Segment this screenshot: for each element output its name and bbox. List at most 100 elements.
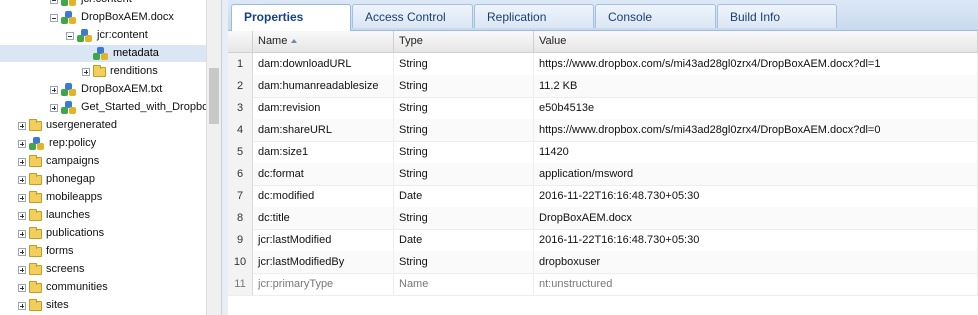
property-name[interactable]: dam:downloadURL — [253, 53, 394, 75]
property-type[interactable]: Name — [394, 273, 534, 295]
property-name[interactable]: jcr:lastModified — [253, 229, 394, 251]
property-name[interactable]: dam:size1 — [253, 141, 394, 163]
property-name[interactable]: dam:shareURL — [253, 119, 394, 141]
sort-ascending-icon — [291, 39, 298, 44]
tree-node[interactable]: Get_Started_with_Dropbo — [0, 99, 206, 116]
tree-node[interactable]: rep:policy — [0, 135, 206, 152]
expand-icon[interactable] — [82, 67, 90, 76]
property-name[interactable]: dc:format — [253, 163, 394, 185]
column-header-value[interactable]: Value — [534, 31, 978, 52]
expand-icon[interactable] — [18, 265, 26, 274]
collapse-icon[interactable] — [50, 0, 58, 4]
expand-icon[interactable] — [50, 103, 58, 112]
property-type[interactable]: String — [394, 207, 534, 229]
tree-scrollbar[interactable] — [206, 0, 221, 315]
tree-node[interactable]: campaigns — [0, 153, 206, 170]
property-type[interactable]: String — [394, 119, 534, 141]
expand-icon[interactable] — [18, 283, 26, 292]
tree-node[interactable]: phonegap — [0, 171, 206, 188]
property-value[interactable]: https://www.dropbox.com/s/mi43ad28gl0zrx… — [534, 119, 978, 141]
property-row[interactable]: 10 jcr:lastModifiedBy String dropboxuser — [228, 251, 978, 274]
tree-node[interactable]: mobileapps — [0, 189, 206, 206]
property-name[interactable]: dam:revision — [253, 97, 394, 119]
tab-access-control[interactable]: Access Control — [352, 4, 473, 28]
tree-node-label: usergenerated — [46, 119, 117, 131]
property-row[interactable]: 7 dc:modified Date 2016-11-22T16:16:48.730+… — [228, 185, 978, 208]
property-value[interactable]: 11.2 KB — [534, 75, 978, 97]
property-name[interactable]: dc:title — [253, 207, 394, 229]
property-value[interactable]: 11420 — [534, 141, 978, 163]
tree-node-label: DropBoxAEM.txt — [81, 83, 163, 95]
property-type[interactable]: Date — [394, 185, 534, 207]
property-row[interactable]: 5 dam:size1 String 11420 — [228, 141, 978, 164]
property-value[interactable]: https://www.dropbox.com/s/mi43ad28gl0zrx… — [534, 53, 978, 75]
tree-node[interactable]: metadata — [0, 45, 206, 62]
tree-node-label: jcr:content — [81, 0, 132, 8]
property-row[interactable]: 11 jcr:primaryType Name nt:unstructured — [228, 273, 978, 296]
property-type[interactable]: String — [394, 75, 534, 97]
tree-node-label: DropBoxAEM.docx — [81, 11, 174, 23]
property-name[interactable]: jcr:primaryType — [253, 273, 394, 295]
tree-node[interactable]: sites — [0, 297, 206, 314]
property-type[interactable]: String — [394, 141, 534, 163]
tree-node-label: Get_Started_with_Dropbo — [81, 101, 206, 113]
collapse-icon[interactable] — [50, 13, 58, 22]
expand-icon[interactable] — [18, 139, 26, 148]
tree-node[interactable]: DropBoxAEM.txt — [0, 81, 206, 98]
property-row[interactable]: 3 dam:revision String e50b4513e — [228, 97, 978, 120]
expand-icon[interactable] — [18, 301, 26, 310]
column-header-name[interactable]: Name — [253, 31, 394, 52]
property-row[interactable]: 4 dam:shareURL String https://www.dropbox.c… — [228, 119, 978, 142]
tree-node[interactable]: jcr:content — [0, 0, 206, 8]
tree-node[interactable]: forms — [0, 243, 206, 260]
expand-icon[interactable] — [18, 175, 26, 184]
folder-icon — [29, 154, 42, 167]
property-row[interactable]: 2 dam:humanreadablesize String 11.2 KB — [228, 75, 978, 98]
expand-icon[interactable] — [18, 193, 26, 202]
column-header-type[interactable]: Type — [394, 31, 534, 52]
property-name[interactable]: jcr:lastModifiedBy — [253, 251, 394, 273]
property-row[interactable]: 8 dc:title String DropBoxAEM.docx — [228, 207, 978, 230]
expand-icon[interactable] — [18, 211, 26, 220]
expand-icon[interactable] — [50, 85, 58, 94]
property-type[interactable]: String — [394, 97, 534, 119]
tree-node[interactable]: communities — [0, 279, 206, 296]
tab-replication[interactable]: Replication — [474, 4, 594, 28]
property-value[interactable]: DropBoxAEM.docx — [534, 207, 978, 229]
tree-node[interactable]: jcr:content — [0, 27, 206, 44]
property-row[interactable]: 9 jcr:lastModified Date 2016-11-22T16:16:48… — [228, 229, 978, 252]
tab-build-info[interactable]: Build Info — [717, 4, 837, 28]
property-type[interactable]: Date — [394, 229, 534, 251]
property-name[interactable]: dam:humanreadablesize — [253, 75, 394, 97]
tree-node[interactable]: screens — [0, 261, 206, 278]
tree-node[interactable]: launches — [0, 207, 206, 224]
expand-icon[interactable] — [18, 121, 26, 130]
tree-node[interactable]: publications — [0, 225, 206, 242]
property-type[interactable]: String — [394, 163, 534, 185]
property-value[interactable]: 2016-11-22T16:16:48.730+05:30 — [534, 185, 978, 207]
tree-node-label: campaigns — [46, 155, 100, 167]
expand-icon[interactable] — [18, 229, 26, 238]
tree-scrollbar-thumb[interactable] — [209, 68, 219, 124]
property-type[interactable]: String — [394, 251, 534, 273]
tree-node[interactable]: renditions — [0, 63, 206, 80]
tree-node[interactable]: usergenerated — [0, 117, 206, 134]
expand-icon[interactable] — [18, 247, 26, 256]
tab-console[interactable]: Console — [595, 4, 716, 28]
collapse-icon[interactable] — [66, 31, 74, 40]
property-row[interactable]: 6 dc:format String application/msword — [228, 163, 978, 186]
property-value[interactable]: application/msword — [534, 163, 978, 185]
property-value[interactable]: dropboxuser — [534, 251, 978, 273]
property-value[interactable]: e50b4513e — [534, 97, 978, 119]
tree-node-label: jcr:content — [97, 29, 148, 41]
folder-icon — [29, 226, 42, 239]
folder-icon — [29, 172, 42, 185]
tree-node[interactable]: DropBoxAEM.docx — [0, 9, 206, 26]
property-row[interactable]: 1 dam:downloadURL String https://www.dropbo… — [228, 53, 978, 76]
property-value[interactable]: 2016-11-22T16:16:48.730+05:30 — [534, 229, 978, 251]
expand-icon[interactable] — [18, 157, 26, 166]
property-value[interactable]: nt:unstructured — [534, 273, 978, 295]
property-name[interactable]: dc:modified — [253, 185, 394, 207]
property-type[interactable]: String — [394, 53, 534, 75]
tab-properties[interactable]: Properties — [231, 4, 351, 31]
